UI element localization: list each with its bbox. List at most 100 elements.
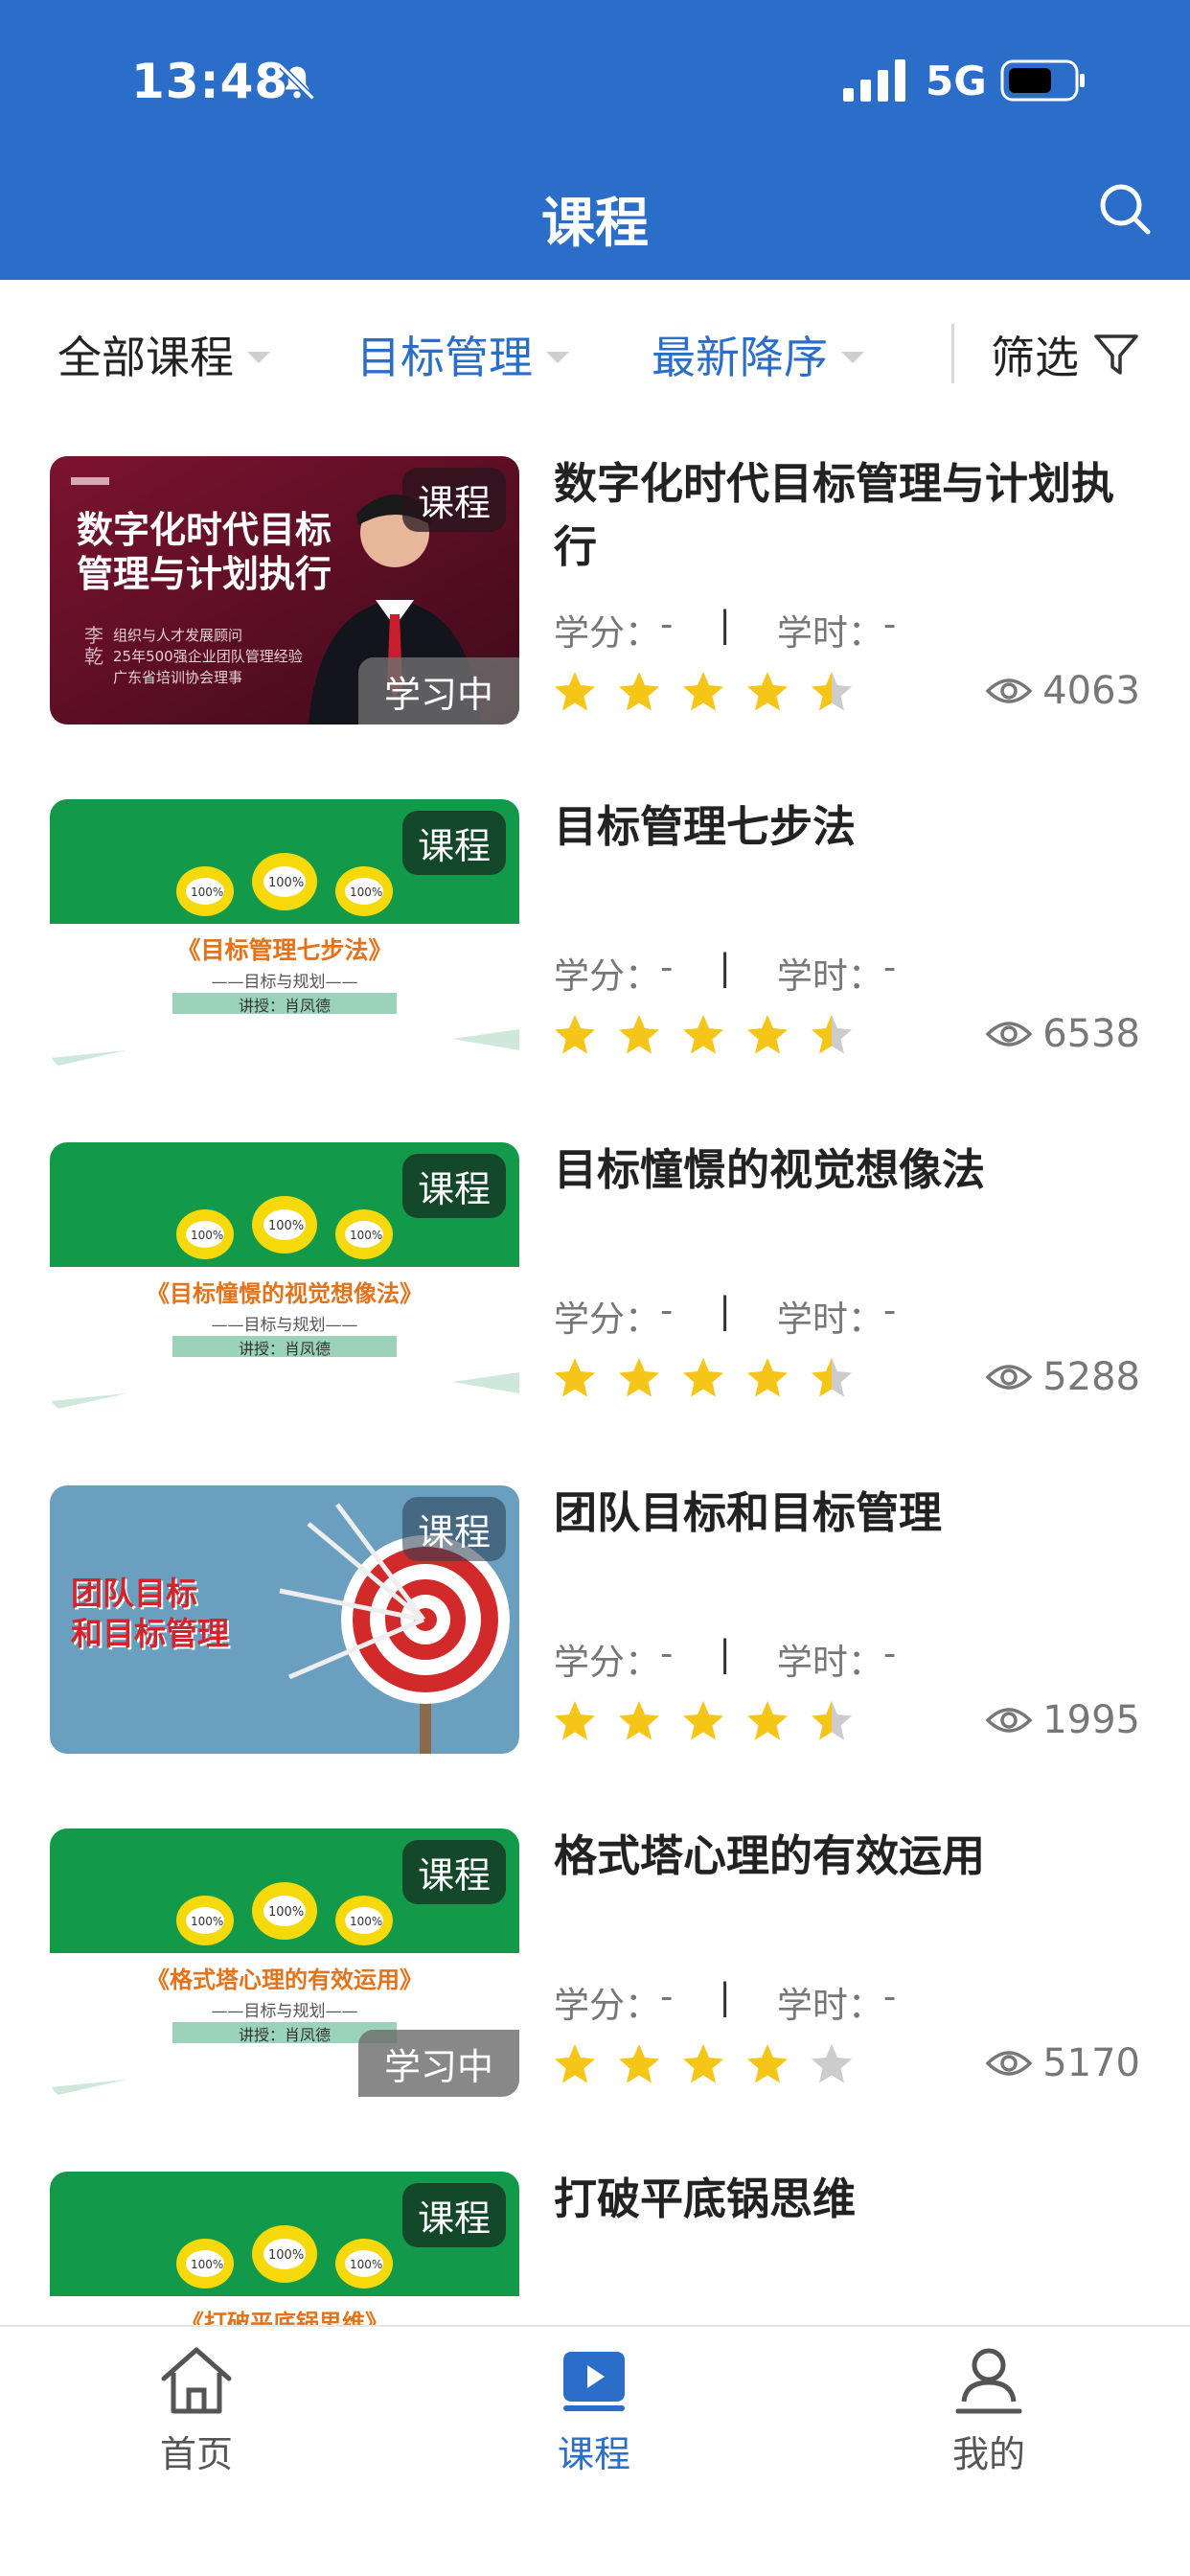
star-icon [812,672,852,711]
credit-value: - [660,947,674,988]
course-title[interactable]: 团队目标和目标管理 [554,1482,1148,1545]
search-icon[interactable] [1094,178,1156,240]
course-meta: 学分： - | 学时： - [554,1290,896,1342]
hours-value: - [882,1633,897,1674]
thumbnail-line: 团队目标 [71,1575,197,1612]
home-icon [161,2347,232,2414]
star-icon [683,2044,723,2083]
star-icon [683,672,723,711]
star-icon [619,1358,659,1397]
percent-label: 100% [350,1229,383,1242]
category-dropdown[interactable]: 全部课程 [57,324,270,385]
course-card[interactable]: 100% 100% 100% 《目标管理七步法》 ——目标与规划—— 讲授：肖凤… [0,774,1190,1117]
thumbnail-line: ——目标与规划—— [211,1316,358,1335]
tab-label: 首页 [159,2433,233,2475]
rating-stars [552,669,873,713]
course-card[interactable]: 团队目标 和目标管理 课程 团队目标和目标管理 学分： - | 学时： - 19… [0,1460,1190,1804]
rating-stars [552,1012,873,1056]
course-thumbnail[interactable]: 100% 100% 100% 《打破平底锅思维》 课程 [50,2172,519,2325]
hours-value: - [882,1290,897,1331]
course-type-badge: 课程 [401,468,506,532]
tab-label: 课程 [557,2433,630,2475]
course-title[interactable]: 打破平底锅思维 [554,2168,1148,2231]
thumbnail-line: 和目标管理 [71,1615,229,1652]
star-icon [555,1701,595,1740]
star-icon [619,1701,659,1740]
hours-label: 学时： [776,1299,883,1340]
credit-label: 学分： [554,1642,660,1683]
credit-value: - [660,1633,674,1674]
view-count: 5170 [985,2041,1140,2085]
hours-value: - [882,604,897,645]
credit-value: - [660,1976,674,2017]
course-title[interactable]: 数字化时代目标管理与计划执行 [554,452,1148,579]
star-icon [555,1015,595,1054]
star-icon [747,672,788,711]
star-icon [555,1358,595,1397]
hours-label: 学时： [776,612,883,654]
thumbnail-line: 《格式塔心理的有效运用》 [147,1966,423,1993]
filter-button[interactable]: 筛选 [991,324,1140,385]
star-icon [747,1701,788,1740]
star-icon [683,1701,723,1740]
course-thumbnail[interactable]: 100% 100% 100% 《目标憧憬的视觉想像法》 ——目标与规划—— 讲授… [50,1142,519,1411]
thumbnail-text: 数字化时代目标 管理与计划执行 [77,508,332,596]
filter-label: 筛选 [991,332,1079,383]
lecturer-info-line: 组织与人才发展顾问 [113,627,243,644]
tab-label: 我的 [951,2433,1025,2475]
course-thumbnail[interactable]: 团队目标 和目标管理 课程 [50,1485,519,1754]
course-card[interactable]: 100% 100% 100% 《格式塔心理的有效运用》 ——目标与规划—— 讲授… [0,1804,1190,2147]
percent-label: 100% [350,1915,383,1928]
topic-label: 目标管理 [356,332,533,383]
tab-profile[interactable]: 我的 [893,2344,1085,2477]
rating-stars [552,1355,873,1399]
percent-label: 100% [191,886,224,899]
tab-home[interactable]: 首页 [101,2344,292,2477]
course-card[interactable]: 100% 100% 100% 《打破平底锅思维》 课程 打破平底锅思维 [0,2147,1190,2325]
course-title[interactable]: 目标憧憬的视觉想像法 [554,1138,1148,1202]
rating-stars [552,2041,873,2085]
percent-label: 100% [268,1905,305,1920]
course-thumbnail[interactable]: 100% 100% 100% 《目标管理七步法》 ——目标与规划—— 讲授：肖凤… [50,799,519,1068]
star-icon [747,1358,788,1397]
course-card[interactable]: 数字化时代目标 管理与计划执行 李乾 组织与人才发展顾问 25年500强企业团队… [0,431,1190,774]
course-thumbnail[interactable]: 100% 100% 100% 《格式塔心理的有效运用》 ——目标与规划—— 讲授… [50,1828,519,2097]
hours-label: 学时： [776,955,883,997]
thumbnail-line: 《目标管理七步法》 [176,936,393,964]
course-meta: 学分： - | 学时： - [554,604,896,656]
sort-dropdown[interactable]: 最新降序 [652,324,864,385]
star-icon [747,1015,788,1054]
view-count-value: 4063 [1042,669,1140,713]
course-title[interactable]: 格式塔心理的有效运用 [554,1825,1148,1888]
thumbnail-line: 讲授：肖凤德 [238,997,331,1015]
thumbnail-line: 数字化时代目标 [77,509,332,551]
sort-label: 最新降序 [652,332,828,383]
percent-label: 100% [268,1219,305,1233]
category-label: 全部课程 [57,332,234,383]
learning-status-badge: 学习中 [358,657,519,724]
filter-icon [1094,334,1138,375]
star-icon [619,672,659,711]
course-thumbnail[interactable]: 数字化时代目标 管理与计划执行 李乾 组织与人才发展顾问 25年500强企业团队… [50,456,519,724]
hours-label: 学时： [776,1642,883,1683]
star-icon [812,1015,852,1054]
percent-label: 100% [191,2258,224,2271]
tab-courses[interactable]: 课程 [498,2344,690,2477]
star-icon [619,1015,659,1054]
course-meta: 学分： - | 学时： - [554,1633,896,1685]
course-title[interactable]: 目标管理七步法 [554,795,1148,859]
battery-icon [1000,59,1085,102]
credit-label: 学分： [554,1985,660,2026]
topic-dropdown[interactable]: 目标管理 [356,324,569,385]
credit-label: 学分： [554,955,660,997]
view-count: 5288 [985,1355,1140,1399]
view-count-value: 1995 [1042,1698,1140,1742]
course-type-badge: 课程 [401,1154,506,1218]
star-icon [812,2044,852,2083]
course-card[interactable]: 100% 100% 100% 《目标憧憬的视觉想像法》 ——目标与规划—— 讲授… [0,1117,1190,1460]
course-meta: 学分： - | 学时： - [554,1976,896,2028]
chevron-down-icon [546,352,569,363]
course-type-badge: 课程 [401,1497,506,1561]
course-list[interactable]: 数字化时代目标 管理与计划执行 李乾 组织与人才发展顾问 25年500强企业团队… [0,431,1190,2325]
hours-value: - [882,947,897,988]
